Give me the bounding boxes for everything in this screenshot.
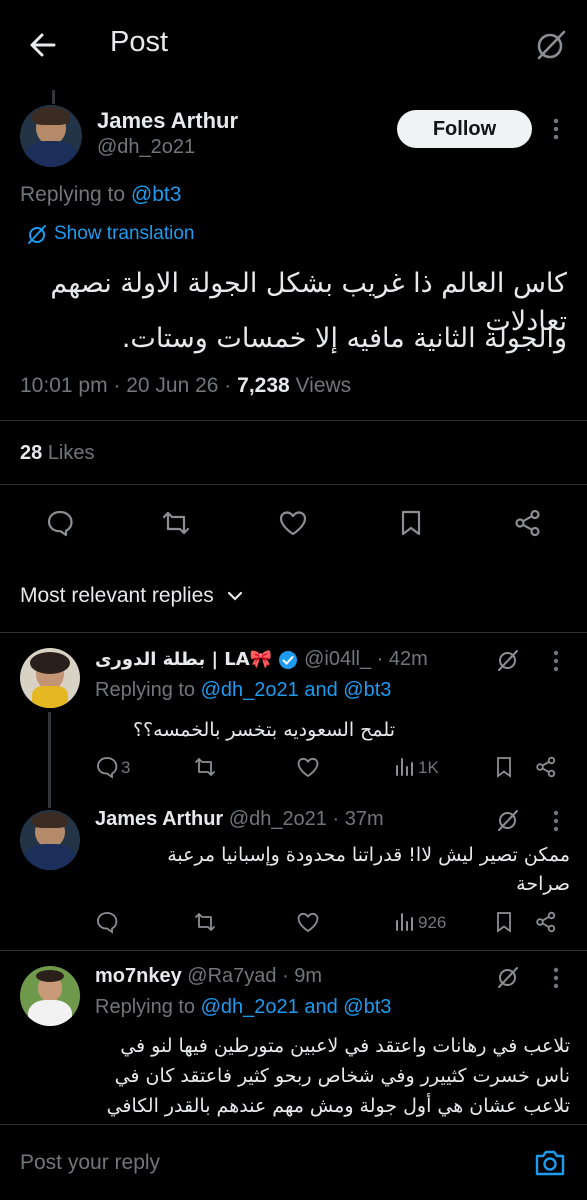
more-options-icon[interactable] [546, 116, 566, 142]
divider [0, 420, 587, 421]
sort-label: Most relevant replies [20, 584, 214, 607]
post-meta: 10:01 pm · 20 Jun 26 · 7,238 Views [20, 374, 351, 398]
reply-count: 3 [121, 758, 131, 777]
show-translation-label: Show translation [54, 223, 195, 244]
chevron-down-icon [226, 587, 244, 605]
reply-1-text: تلمح السعوديه بتخسر بالخمسه؟؟ [132, 719, 395, 741]
bookmark-icon[interactable] [492, 755, 516, 779]
reply-3-replying-to: Replying to @dh_2o21 and @bt3 [95, 996, 391, 1019]
reply-icon[interactable] [95, 755, 119, 779]
camera-icon[interactable] [533, 1147, 567, 1179]
reply-author-name[interactable]: James Arthur [95, 808, 223, 830]
reply-author-name[interactable]: mo7nkey [95, 965, 182, 987]
views-icon[interactable] [393, 910, 417, 934]
replying-prefix: Replying to [95, 996, 196, 1018]
grok-icon[interactable] [496, 648, 520, 672]
replying-handles-link[interactable]: @dh_2o21 and @bt3 [201, 679, 392, 701]
like-icon[interactable] [278, 508, 308, 538]
avatar[interactable] [20, 810, 80, 870]
reply-2-header: James Arthur @dh_2o21 · 37m [95, 808, 384, 831]
post-text-line-2: والجولة الثانية مافيه إلا خمسات وستات. [121, 323, 567, 354]
grok-icon[interactable] [496, 965, 520, 989]
reply-author-name[interactable]: بطلة الدورى | LA🎀 [95, 649, 272, 670]
avatar[interactable] [20, 966, 80, 1026]
likes-stat[interactable]: 28 Likes [20, 442, 95, 465]
author-name[interactable]: James Arthur [97, 108, 238, 134]
like-icon[interactable] [296, 755, 320, 779]
reply-input[interactable]: Post your reply [20, 1151, 500, 1175]
repost-icon[interactable] [193, 755, 217, 779]
replying-handle-link[interactable]: @bt3 [131, 183, 182, 206]
divider [0, 950, 587, 951]
views-icon[interactable] [393, 755, 417, 779]
divider [0, 632, 587, 633]
more-options-icon[interactable] [546, 808, 566, 834]
replying-prefix: Replying to [20, 183, 126, 206]
post-timestamp: 10:01 pm · 20 Jun 26 · [20, 374, 232, 397]
more-options-icon[interactable] [546, 965, 566, 991]
reply-icon[interactable] [95, 910, 119, 934]
arrow-left-icon[interactable] [26, 28, 60, 62]
reply-3-header: mo7nkey @Ra7yad · 9m [95, 965, 322, 988]
show-translation-button[interactable]: Show translation [26, 223, 194, 245]
top-bar: Post [0, 0, 587, 88]
reply-3-text-line-3: تلاعب عشان هي أول جولة ومش مهم عندهم بال… [106, 1095, 570, 1117]
like-icon[interactable] [296, 910, 320, 934]
share-icon[interactable] [534, 755, 558, 779]
reply-3-text-line-1: تلاعب في رهانات واعتقد في لاعبين متورطين… [120, 1035, 570, 1057]
bookmark-icon[interactable] [396, 508, 426, 538]
divider [0, 484, 587, 485]
share-icon[interactable] [534, 910, 558, 934]
replying-to: Replying to @bt3 [20, 183, 181, 207]
page-title: Post [110, 26, 169, 58]
likes-label: Likes [47, 442, 95, 464]
reply-handle-time: @dh_2o21 · 37m [228, 808, 384, 830]
verified-badge-icon [278, 650, 298, 670]
replying-handles-link[interactable]: @dh_2o21 and @bt3 [201, 996, 392, 1018]
reply-1-header: بطلة الدورى | LA🎀 @i04ll_ · 42m [95, 648, 428, 671]
grok-icon[interactable] [533, 27, 569, 63]
repost-icon[interactable] [193, 910, 217, 934]
reply-handle-time: @i04ll_ · 42m [304, 648, 428, 670]
reply-handle-time: @Ra7yad · 9m [187, 965, 323, 987]
follow-button[interactable]: Follow [397, 110, 532, 148]
thread-connector [52, 90, 55, 104]
reply-2-text-line-2: صراحة [516, 873, 570, 895]
views-count: 7,238 [237, 374, 290, 397]
bookmark-icon[interactable] [492, 910, 516, 934]
views-label: Views [295, 374, 352, 397]
views-count: 926 [418, 913, 447, 932]
reply-1-replying-to: Replying to @dh_2o21 and @bt3 [95, 679, 391, 702]
more-options-icon[interactable] [546, 648, 566, 674]
replying-prefix: Replying to [95, 679, 196, 701]
repost-icon[interactable] [161, 508, 191, 538]
reply-2-text-line-1: ممكن تصير ليش لاا! قدراتنا محدودة وإسبان… [167, 844, 570, 866]
thread-connector [48, 712, 51, 808]
share-icon[interactable] [513, 508, 543, 538]
reply-composer: Post your reply [0, 1124, 587, 1200]
grok-icon[interactable] [496, 808, 520, 832]
reply-icon[interactable] [45, 508, 75, 538]
grok-icon [26, 223, 48, 245]
views-count: 1K [418, 758, 439, 777]
avatar[interactable] [20, 648, 80, 708]
author-handle[interactable]: @dh_2o21 [97, 136, 195, 159]
reply-3-text-line-2: ناس خسرت كثييرر وفي شخاص ربحو كثير فاعتق… [114, 1065, 570, 1087]
sort-replies-dropdown[interactable]: Most relevant replies [20, 584, 244, 608]
avatar[interactable] [20, 105, 82, 167]
likes-count: 28 [20, 442, 43, 464]
